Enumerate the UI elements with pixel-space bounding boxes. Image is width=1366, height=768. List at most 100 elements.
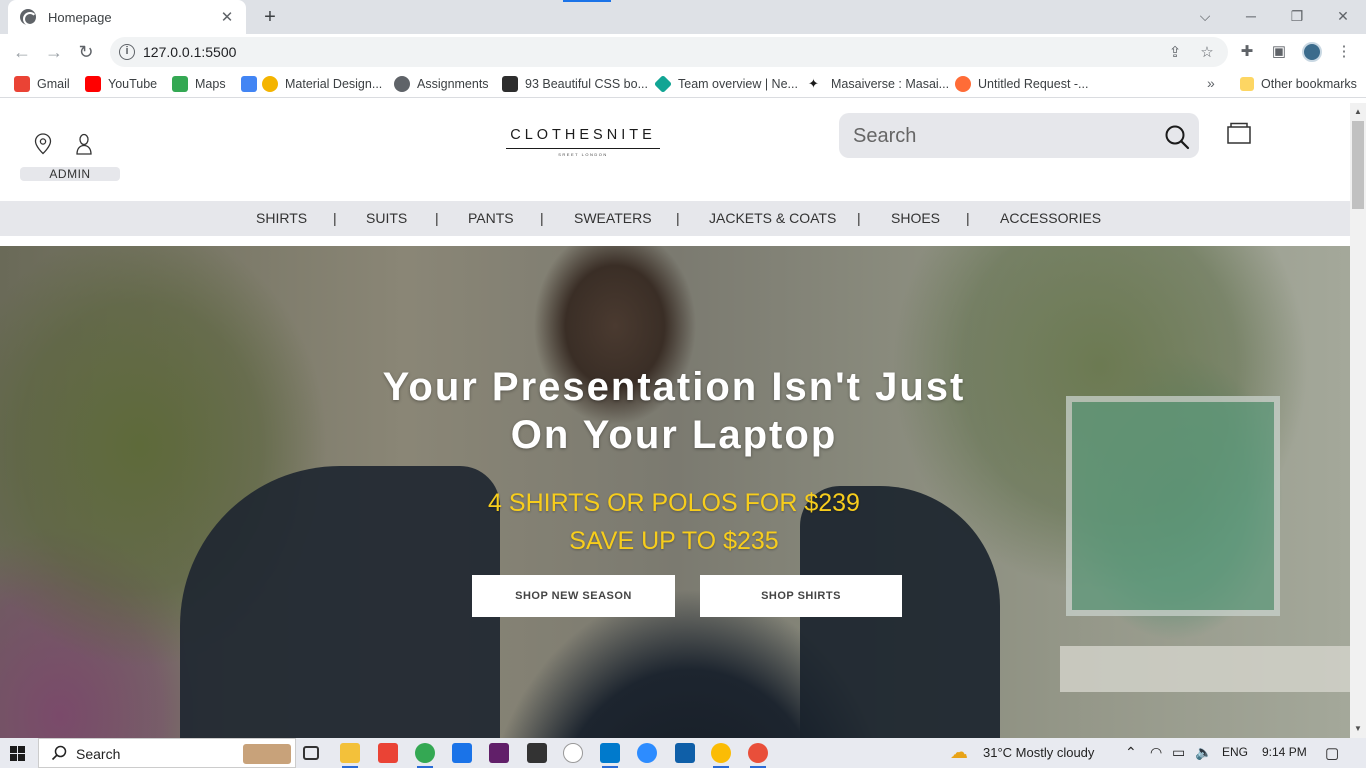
new-tab-button[interactable]: +: [258, 5, 282, 29]
menu-kebab-icon[interactable]: ⋮: [1335, 43, 1353, 61]
site-logo[interactable]: CLOTHESNITE SREET LONDON: [500, 127, 666, 157]
windows-start-icon[interactable]: [10, 746, 25, 761]
zoom-icon[interactable]: [637, 743, 657, 763]
hero-title-line2: On Your Laptop: [510, 413, 838, 457]
side-panel-icon[interactable]: ▣: [1270, 43, 1288, 61]
taskbar-search[interactable]: Search: [38, 738, 296, 768]
bookmark-label: Masaiverse : Masai...: [831, 77, 950, 91]
scroll-down-arrow-icon[interactable]: ▼: [1350, 722, 1366, 736]
address-bar[interactable]: i 127.0.0.1:5500 ⇪ ☆: [110, 37, 1228, 67]
forward-arrow-icon[interactable]: →: [42, 40, 66, 64]
close-window-icon[interactable]: ✕: [1328, 4, 1358, 28]
nav-sweaters[interactable]: SWEATERS: [574, 210, 652, 226]
bookmark-assignments[interactable]: Assignments: [394, 75, 489, 93]
logo-text: CLOTHESNITE: [506, 127, 660, 149]
bookmark-label: YouTube: [108, 77, 158, 91]
nav-suits[interactable]: SUITS: [366, 210, 407, 226]
location-pin-icon[interactable]: [34, 133, 52, 160]
chrome-icon[interactable]: [415, 743, 435, 768]
site-info-icon[interactable]: i: [119, 44, 135, 60]
browser-tab-homepage[interactable]: Homepage ✕: [8, 0, 246, 34]
chevron-up-icon[interactable]: ⌃: [1125, 744, 1137, 761]
shop-shirts-button[interactable]: SHOP SHIRTS: [700, 575, 902, 617]
other-bookmarks-label: Other bookmarks: [1261, 77, 1357, 91]
bookmark-star-icon[interactable]: ☆: [1198, 44, 1216, 62]
paint-icon[interactable]: [748, 743, 768, 768]
browser-tabstrip: Homepage ✕ + ⌵ ─ ❐ ✕: [0, 0, 1366, 34]
bookmark-masaiverse[interactable]: ✦ Masaiverse : Masai...: [808, 75, 949, 93]
tab-search-icon[interactable]: ⌵: [1190, 4, 1220, 28]
tab-title: Homepage: [48, 9, 112, 25]
folder-icon: [1240, 77, 1254, 91]
volume-icon[interactable]: 🔈: [1195, 744, 1212, 761]
task-view-icon[interactable]: [303, 746, 319, 760]
search-icon[interactable]: [1164, 124, 1190, 155]
wifi-icon[interactable]: ◠: [1150, 744, 1162, 761]
extensions-icon[interactable]: ✚: [1238, 43, 1256, 61]
more-bookmarks-icon[interactable]: »: [1207, 75, 1215, 91]
file-explorer-icon[interactable]: [340, 743, 360, 768]
other-bookmarks[interactable]: Other bookmarks: [1240, 75, 1357, 93]
gmail-app-icon[interactable]: [378, 743, 398, 763]
masai-app-icon[interactable]: [527, 743, 547, 763]
globe-icon: [394, 76, 410, 92]
chrome-profile-icon[interactable]: [711, 743, 731, 768]
cursor-icon: [502, 76, 518, 92]
bookmark-youtube[interactable]: YouTube: [85, 75, 157, 93]
scroll-up-arrow-icon[interactable]: ▲: [1350, 105, 1366, 119]
restore-icon[interactable]: ❐: [1282, 4, 1312, 28]
search-input[interactable]: [853, 122, 1153, 150]
bookmark-gmail[interactable]: Gmail: [14, 75, 70, 93]
user-icon[interactable]: [75, 133, 93, 160]
gmail-icon: [14, 76, 30, 92]
shopping-bag-icon[interactable]: [1226, 121, 1252, 150]
weather-cloudy-icon[interactable]: ☁: [950, 742, 968, 763]
scrollbar-thumb[interactable]: [1352, 121, 1364, 209]
hero-offer-line1: 4 SHIRTS OR POLOS FOR $239: [488, 489, 860, 517]
nav-shoes[interactable]: SHOES: [891, 210, 940, 226]
clock-time[interactable]: 9:14 PM: [1262, 745, 1307, 759]
hero-title-line1: Your Presentation Isn't Just: [382, 365, 966, 409]
profile-avatar[interactable]: [1302, 42, 1322, 62]
admin-label[interactable]: ADMIN: [20, 167, 120, 181]
tab-close-icon[interactable]: ✕: [218, 8, 236, 26]
hero-content: Your Presentation Isn't Just On Your Lap…: [0, 246, 1350, 738]
bookmark-untitled-request[interactable]: Untitled Request -...: [955, 75, 1088, 93]
m-app-icon[interactable]: [563, 743, 583, 763]
page-scrollbar[interactable]: ▲ ▼: [1350, 103, 1366, 738]
back-arrow-icon[interactable]: ←: [10, 40, 34, 64]
weather-status[interactable]: 31°C Mostly cloudy: [983, 745, 1094, 760]
mail-icon[interactable]: [452, 743, 472, 763]
bookmark-team-overview[interactable]: Team overview | Ne...: [653, 74, 798, 94]
minimize-icon[interactable]: ─: [1236, 4, 1266, 28]
bookmark-css-buttons[interactable]: 93 Beautiful CSS bo...: [502, 75, 648, 93]
search-icon: [51, 745, 67, 766]
photos-icon[interactable]: [675, 743, 695, 763]
language-indicator[interactable]: ENG: [1222, 745, 1248, 759]
site-header: ADMIN CLOTHESNITE SREET LONDON: [0, 103, 1350, 201]
browser-toolbar: ← → ↻ i 127.0.0.1:5500 ⇪ ☆ ✚ ▣ ⋮: [0, 34, 1366, 70]
nav-separator: |: [435, 210, 439, 226]
bookmark-maps[interactable]: Maps: [172, 75, 226, 93]
postman-icon: [955, 76, 971, 92]
shop-new-season-button[interactable]: SHOP NEW SEASON: [472, 575, 675, 617]
vscode-icon[interactable]: [600, 743, 620, 768]
url-text[interactable]: 127.0.0.1:5500: [143, 44, 236, 60]
bookmark-material-design[interactable]: Material Design...: [241, 75, 382, 93]
nav-pants[interactable]: PANTS: [468, 210, 514, 226]
diamond-icon: [653, 74, 673, 94]
hero-banner: Your Presentation Isn't Just On Your Lap…: [0, 246, 1350, 738]
nav-accessories[interactable]: ACCESSORIES: [1000, 210, 1101, 226]
slack-icon[interactable]: [489, 743, 509, 763]
nav-shirts[interactable]: SHIRTS: [256, 210, 307, 226]
category-nav: SHIRTS | SUITS | PANTS | SWEATERS | JACK…: [0, 201, 1350, 236]
battery-icon[interactable]: ▭: [1172, 744, 1185, 761]
bookmark-label: Assignments: [417, 77, 489, 91]
notification-icon[interactable]: ▢: [1325, 744, 1339, 762]
nav-jackets-coats[interactable]: JACKETS & COATS: [709, 210, 836, 226]
bookmark-label: Material Design...: [285, 77, 383, 91]
globe-icon: [20, 9, 37, 26]
reload-icon[interactable]: ↻: [74, 40, 98, 64]
share-icon[interactable]: ⇪: [1166, 44, 1184, 62]
nav-separator: |: [966, 210, 970, 226]
